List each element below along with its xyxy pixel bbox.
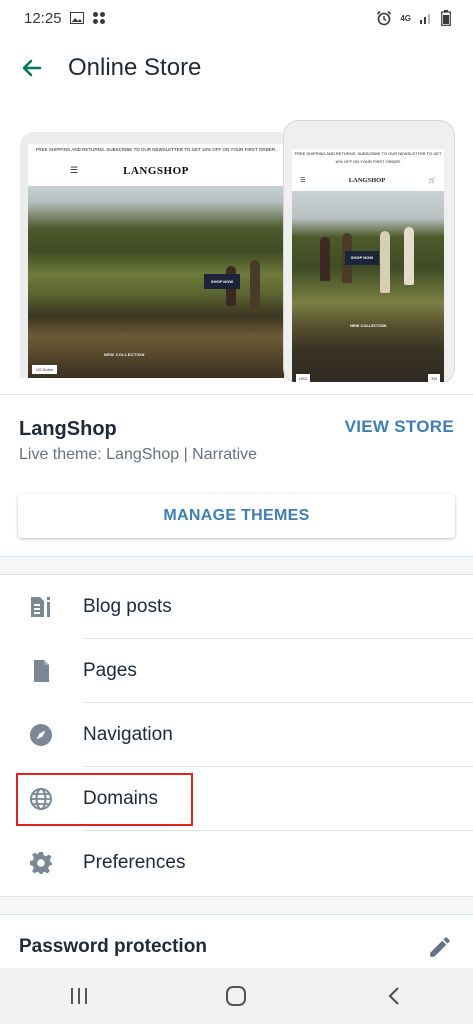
view-store-button[interactable]: VIEW STORE	[345, 417, 454, 437]
signal-icon	[420, 14, 430, 24]
promo-banner: FREE SHIPPING AND RETURNS. SUBSCRIBE TO …	[35, 147, 277, 152]
theme-preview: FREE SHIPPING AND RETURNS. SUBSCRIBE TO …	[0, 112, 473, 382]
back-nav-button[interactable]	[364, 976, 424, 1016]
menu-item-label: Blog posts	[83, 596, 172, 617]
menu-item-pages[interactable]: Pages	[0, 639, 473, 703]
system-nav-bar	[0, 968, 473, 1024]
hero-image-mobile: SHOP NOW NEW COLLECTION USD EN	[292, 191, 444, 382]
currency-selector: US Dollar	[32, 365, 58, 374]
gear-icon	[29, 851, 53, 875]
status-bar: 12:25 4G	[0, 0, 473, 36]
collection-label-mobile: NEW COLLECTION	[350, 323, 387, 328]
shop-now-button-mobile: SHOP NOW	[345, 251, 379, 265]
pencil-icon	[430, 937, 450, 957]
divider	[0, 556, 473, 557]
menu-item-label: Pages	[83, 660, 137, 681]
divider	[0, 394, 473, 395]
menu-item-navigation[interactable]: Navigation	[0, 703, 473, 767]
menu-icon: ☰	[70, 165, 79, 175]
menu-item-label: Preferences	[83, 852, 186, 873]
home-icon	[226, 986, 247, 1006]
divider	[0, 914, 473, 915]
password-protection-row: Password protection	[0, 918, 473, 974]
shop-logo-mobile: LANGSHOP	[348, 176, 386, 184]
store-name: LangShop	[19, 418, 117, 440]
home-button[interactable]	[206, 976, 266, 1016]
compass-icon	[29, 723, 53, 747]
back-button[interactable]	[14, 50, 50, 86]
alarm-icon	[377, 10, 392, 26]
chevron-left-icon	[388, 987, 399, 1005]
recent-apps-icon	[70, 988, 87, 1004]
apps-icon	[92, 12, 105, 24]
menu-item-label: Navigation	[83, 724, 173, 745]
currency-selector-mobile: USD	[296, 374, 311, 382]
menu-icon-mobile: ☰	[300, 177, 306, 184]
desktop-preview: FREE SHIPPING AND RETURNS. SUBSCRIBE TO …	[20, 132, 292, 378]
section-gap	[0, 896, 473, 914]
mobile-preview: FREE SHIPPING AND RETURNS. SUBSCRIBE TO …	[283, 120, 455, 382]
manage-themes-button[interactable]: MANAGE THEMES	[18, 494, 455, 538]
recent-apps-button[interactable]	[49, 976, 109, 1016]
app-bar: Online Store	[0, 36, 473, 100]
arrow-left-icon	[22, 59, 42, 77]
blog-posts-icon	[29, 595, 53, 619]
password-protection-title: Password protection	[19, 936, 207, 957]
status-time: 12:25	[24, 9, 62, 27]
hero-image: SHOP NOW NEW COLLECTION US Dollar	[28, 186, 284, 378]
shop-now-button: SHOP NOW	[204, 274, 240, 289]
cart-icon: 🛒	[428, 177, 436, 184]
collection-label: NEW COLLECTION	[104, 352, 145, 357]
promo-banner-mobile: FREE SHIPPING AND RETURNS. SUBSCRIBE TO …	[294, 151, 442, 164]
section-gap	[0, 556, 473, 574]
gallery-icon	[69, 12, 84, 24]
live-theme-label: Live theme: LangShop | Narrative	[19, 446, 258, 463]
menu-item-blog-posts[interactable]: Blog posts	[0, 575, 473, 639]
edit-password-button[interactable]	[427, 934, 453, 960]
battery-icon	[441, 10, 451, 26]
highlight-box	[16, 773, 193, 826]
divider	[0, 896, 473, 897]
network-label: 4G	[400, 13, 411, 23]
menu-item-preferences[interactable]: Preferences	[0, 831, 473, 895]
page-title: Online Store	[68, 54, 202, 81]
language-selector-mobile: EN	[428, 374, 440, 382]
page-icon	[29, 659, 53, 683]
shop-logo: LANGSHOP	[123, 165, 189, 177]
